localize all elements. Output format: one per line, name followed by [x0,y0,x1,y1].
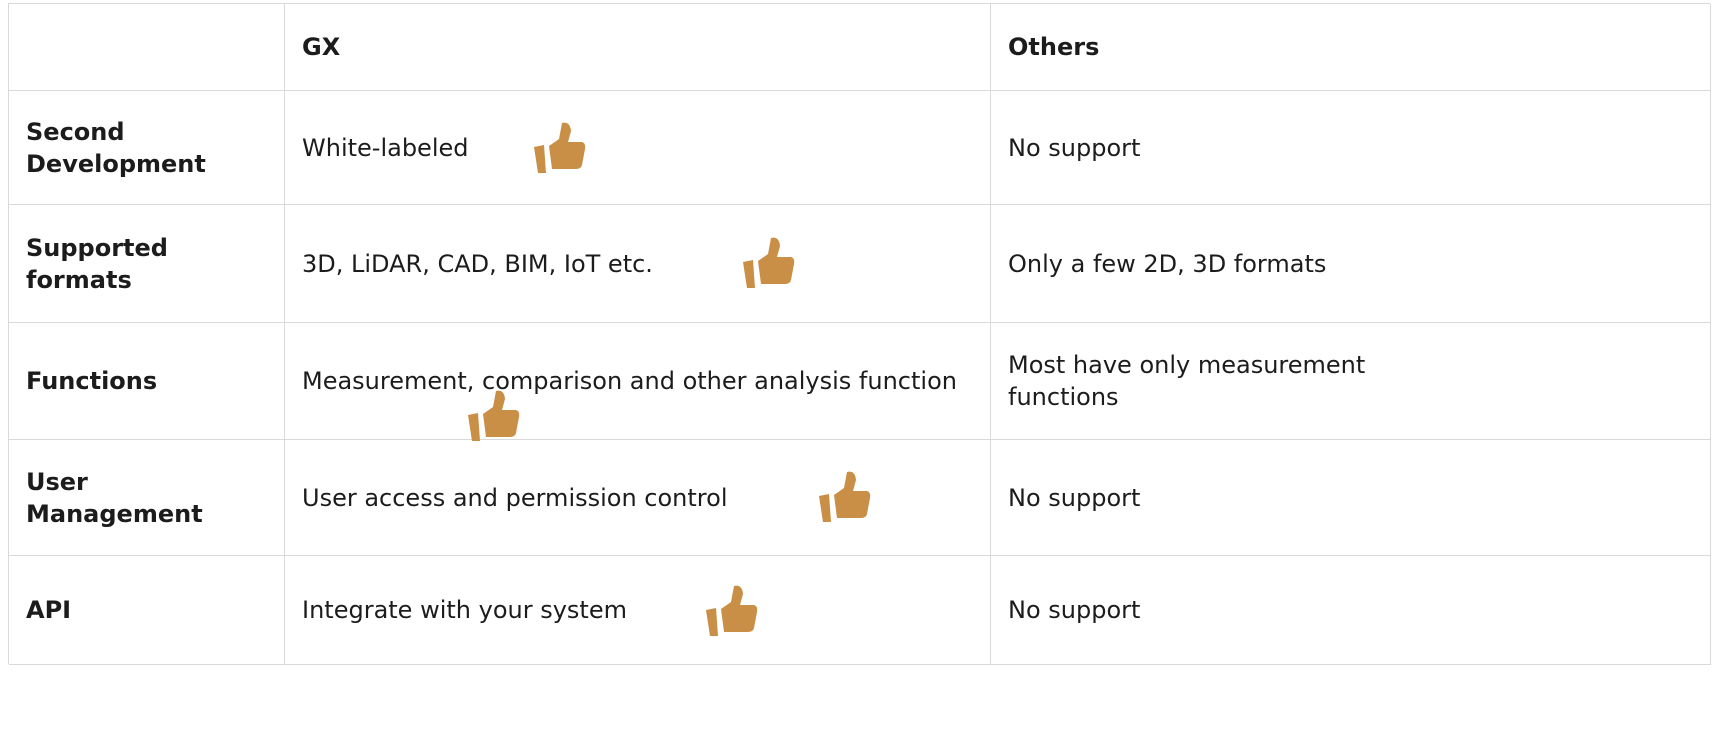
gx-cell-api: Integrate with your system [285,556,991,665]
gx-value: 3D, LiDAR, CAD, BIM, IoT etc. [302,249,653,278]
row-label-functions: Functions [9,323,285,440]
row-label-supported-formats: Supported formats [9,205,285,323]
thumbs-up-icon [466,389,520,441]
others-cell-functions: Most have only measurement functions [991,323,1711,440]
comparison-table: GX Others Second Development White-label… [8,3,1711,665]
thumbs-up-icon [741,236,795,288]
header-cell-feature [9,4,285,91]
thumbs-up-icon [532,121,586,173]
others-cell-user-management: No support [991,440,1711,556]
gx-cell-supported-formats: 3D, LiDAR, CAD, BIM, IoT etc. [285,205,991,323]
gx-cell-second-development: White-labeled [285,91,991,205]
others-value: Most have only measurement functions [1008,351,1366,411]
gx-value: Measurement, comparison and other analys… [302,367,957,395]
gx-value: White-labeled [302,133,469,162]
row-label-second-development: Second Development [9,91,285,205]
header-cell-others: Others [991,4,1711,91]
others-cell-api: No support [991,556,1711,665]
header-cell-gx: GX [285,4,991,91]
gx-value: Integrate with your system [302,596,627,624]
thumbs-up-icon [817,470,871,522]
gx-value: User access and permission control [302,483,728,512]
row-label-api: API [9,556,285,665]
gx-cell-user-management: User access and permission control [285,440,991,556]
others-cell-second-development: No support [991,91,1711,205]
thumbs-up-icon [704,584,758,636]
row-label-user-management: User Management [9,440,285,556]
gx-cell-functions: Measurement, comparison and other analys… [285,323,991,441]
others-cell-supported-formats: Only a few 2D, 3D formats [991,205,1711,323]
